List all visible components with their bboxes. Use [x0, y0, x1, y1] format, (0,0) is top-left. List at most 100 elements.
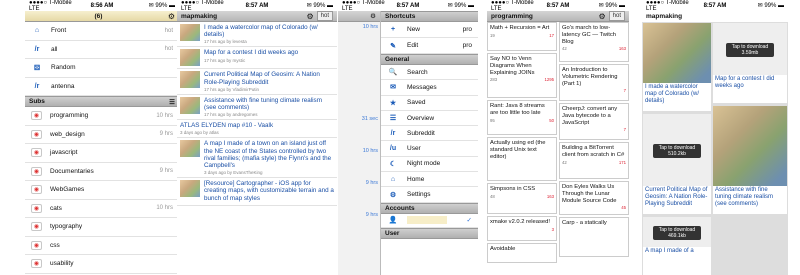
shortcut-new[interactable]: + New pro [381, 22, 478, 38]
menu-item-subreddit[interactable]: /r Subreddit [381, 126, 478, 142]
image-tile[interactable]: I made a watercolor map of Colorado (w/ … [643, 23, 711, 111]
sidebar-item-webgames[interactable]: ◉ WebGames [25, 181, 179, 200]
grid-cell[interactable]: Go's march to low-latency GC — Twitch Bl… [559, 22, 629, 62]
image-tile[interactable]: Assistance with fine tuning climate real… [713, 106, 787, 214]
menu-item-messages[interactable]: ✉ Messages [381, 80, 478, 96]
sidebar-item-typography[interactable]: ◉ typography [25, 218, 179, 237]
post-meta: 17 hrs ago by VladimirPutin [204, 86, 260, 92]
menu-icon[interactable]: ☰ [169, 98, 175, 106]
tap-to-download-button[interactable]: Tap to download 469.1kb [653, 226, 701, 240]
score: 283 [490, 77, 498, 83]
post-title: Go's march to low-latency GC — Twitch Bl… [562, 25, 617, 45]
post-meta: 17 hrs ago by andregomes [204, 112, 258, 118]
messages-icon: ✉ [390, 84, 396, 92]
grid-cell[interactable]: Math + Recursion = Art 19 17 [487, 22, 557, 51]
plus-icon: + [390, 26, 396, 33]
grid-cell[interactable]: Simpsons in CSS 48 163 [487, 183, 557, 214]
post-title: CheerpJ: convert any Java bytecode to a … [562, 106, 618, 126]
menu-item-user[interactable]: /u User [381, 141, 478, 157]
nav-header: mapmaking [642, 11, 788, 22]
image-tile[interactable]: Tap to download 510.2kb Current Political… [643, 114, 711, 214]
grid-cell[interactable]: xmake v2.0.2 released! 3 [487, 216, 557, 241]
sidebar-item-documentaries[interactable]: ◉ Documentaries 9 hrs [25, 163, 179, 181]
post-title: Say NO to Venn Diagrams When Explaining … [490, 56, 535, 76]
tile-title: I made a watercolor map of Colorado (w/ … [645, 84, 700, 104]
post-meta: 3 days ago by EvansTheKing [204, 170, 263, 176]
status-bar: ●●●●○ T-Mobile LTE 8:57 AM ✉ 99% ▬ [342, 0, 474, 12]
edit-icon: ✎ [390, 42, 396, 50]
tile-title: Current Political Map of Geosim: A Natio… [645, 187, 708, 207]
comment-count: 7 [623, 127, 626, 133]
shortcut-edit[interactable]: ✎ Edit pro [381, 38, 478, 54]
sidebar-item-css[interactable]: ◉ css [25, 237, 179, 255]
score: 48 [490, 193, 495, 199]
nav-header: programming ⚙ hot [487, 11, 629, 22]
saved-icon: ★ [389, 99, 397, 107]
grid-cell[interactable]: Building a BitTorrent client from scratc… [559, 142, 629, 179]
grid-cell[interactable]: Carp - a statically [559, 217, 629, 257]
post-title: An Introduction to Volumetric Rendering … [562, 67, 618, 87]
post-title: I made a watercolor map of Colorado (w/ … [204, 24, 318, 39]
gear-icon[interactable]: ⚙ [306, 12, 313, 21]
list-item[interactable]: Assistance with fine tuning climate real… [177, 95, 337, 121]
comment-count: 17 [549, 32, 554, 38]
list-item[interactable]: Map for a contest I did weeks ago 17 hrs … [177, 47, 337, 70]
list-item-all[interactable]: /r all hot [25, 41, 179, 59]
gear-icon[interactable]: ⚙ [370, 12, 376, 20]
menu-item-night-mode[interactable]: ☾ Night mode [381, 157, 478, 173]
reddit-alien-icon: ◉ [31, 185, 42, 195]
sidebar-item-web_design[interactable]: ◉ web_design 9 hrs [25, 126, 179, 144]
account-row[interactable]: 👤 ✓ [381, 214, 478, 228]
tap-to-download-button[interactable]: Tap to download 3.59mb [726, 43, 774, 57]
list-item[interactable]: Current Political Map of Geosim: A Natio… [177, 69, 337, 95]
home-icon: ⌂ [390, 175, 396, 183]
list-item[interactable]: A map I made of a town on an island just… [177, 138, 337, 179]
image-tile[interactable]: Tap to download 469.1kb A map I made of a [643, 217, 711, 275]
grid-cell[interactable]: Actually using ed (the standard Unix tex… [487, 137, 557, 181]
shortcuts-section: Shortcuts [381, 11, 478, 22]
list-item[interactable]: ATLAS ELYDEN map #10 - Vaalk 3 days ago b… [177, 120, 337, 139]
grid-cell[interactable]: Don Eyles Walks Us Through the Lunar Mod… [559, 181, 629, 215]
grid-cell[interactable]: Say NO to Venn Diagrams When Explaining … [487, 53, 557, 98]
score: 95 [490, 117, 495, 123]
post-time: 9 hrs [365, 212, 378, 218]
menu-item-overview[interactable]: ☰ Overview [381, 111, 478, 127]
sidebar-item-cats[interactable]: ◉ cats 10 hrs [25, 200, 179, 218]
tile-title: A map I made of a [645, 248, 694, 254]
menu-item-home[interactable]: ⌂ Home [381, 172, 478, 188]
menu-item-search[interactable]: 🔍 Search [381, 65, 478, 81]
grid-cell[interactable]: CheerpJ: convert any Java bytecode to a … [559, 103, 629, 140]
grid-cell[interactable]: Avoidable [487, 243, 557, 263]
list-item-random[interactable]: ⚄ Random [25, 59, 179, 78]
overview-icon: ☰ [389, 115, 397, 123]
status-bar: ●●●●○ T-Mobile LTE 8:57 AM ✉ 99% ▬ [646, 0, 784, 12]
post-time: 9 hrs [365, 180, 378, 186]
list-item[interactable]: I made a watercolor map of Colorado (w/ … [177, 22, 337, 48]
grid-cell[interactable]: An Introduction to Volumetric Rendering … [559, 64, 629, 101]
menu-item-settings[interactable]: ⚙ Settings [381, 187, 478, 203]
page-title: (6) [94, 12, 103, 20]
list-item[interactable]: [Resource] Cartographer - iOS app for cr… [177, 178, 337, 206]
post-meta: 3 days ago by atlas [180, 130, 219, 136]
reddit-alien-icon: ◉ [31, 166, 42, 176]
sort-button[interactable]: hot [608, 11, 625, 21]
reddit-alien-icon: ◉ [31, 111, 42, 121]
list-item-front[interactable]: ⌂ Front hot [25, 22, 179, 41]
tap-to-download-button[interactable]: Tap to download 510.2kb [653, 144, 701, 158]
sort-button[interactable]: hot [316, 11, 333, 21]
list-item-antenna[interactable]: /r antenna [25, 78, 179, 96]
post-title: A map I made of a town on an island just… [204, 140, 332, 170]
post-title: [Resource] Cartographer - iOS app for cr… [204, 180, 334, 202]
sidebar-item-javascript[interactable]: ◉ javascript [25, 144, 179, 163]
night-mode-icon: ☾ [389, 160, 397, 168]
image-tile[interactable]: Tap to download 3.59mb Map for a contest … [713, 23, 787, 103]
grid-cell[interactable]: Rant: Java 8 streams are too little too … [487, 100, 557, 135]
gear-icon[interactable]: ⚙ [168, 12, 175, 21]
menu-item-saved[interactable]: ★ Saved [381, 96, 478, 111]
sidebar-item-programming[interactable]: ◉ programming 10 hrs [25, 107, 179, 126]
gear-icon[interactable]: ⚙ [598, 12, 605, 21]
comment-count: 163 [546, 193, 554, 199]
screen-subreddit-list: ●●●●○ T-Mobile LTE 8:56 AM ✉ 99% ▬ (6) ⚙… [25, 0, 179, 275]
sidebar-item-usability[interactable]: ◉ usability [25, 255, 179, 274]
checkmark-icon: ✓ [466, 217, 472, 225]
